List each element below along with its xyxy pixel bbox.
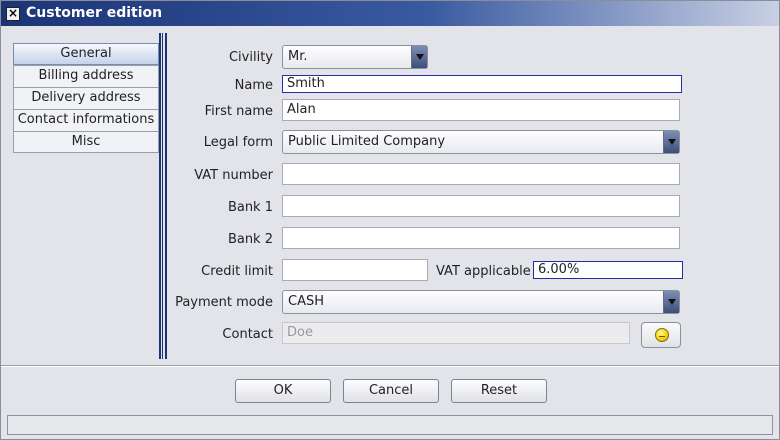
window-title: Customer edition — [26, 5, 163, 21]
name-row: Name Smith — [171, 73, 691, 99]
tab-divider — [159, 33, 167, 359]
credit-limit-input[interactable] — [282, 259, 428, 281]
footer-separator — [1, 365, 779, 367]
vat-applicable-label: VAT applicable — [436, 264, 531, 279]
contact-lookup-button[interactable] — [641, 322, 681, 348]
name-input[interactable]: Smith — [282, 75, 682, 93]
first-name-label: First name — [204, 104, 273, 119]
tab-misc[interactable]: Misc — [13, 131, 159, 153]
contact-label: Contact — [222, 327, 273, 342]
civility-label: Civility — [228, 50, 273, 65]
payment-mode-value: CASH — [288, 294, 324, 309]
bank2-row: Bank 2 — [171, 227, 691, 253]
status-bar — [7, 415, 773, 435]
credit-limit-label: Credit limit — [201, 264, 273, 279]
chevron-down-icon[interactable] — [411, 46, 427, 68]
payment-mode-label: Payment mode — [175, 295, 273, 310]
vat-number-label: VAT number — [194, 168, 273, 183]
payment-mode-row: Payment mode CASH — [171, 290, 691, 316]
name-label: Name — [234, 78, 273, 93]
first-name-row: First name Alan — [171, 99, 691, 125]
reset-button[interactable]: Reset — [451, 379, 547, 403]
credit-limit-row: Credit limit VAT applicable 6.00% — [171, 259, 691, 285]
cancel-button[interactable]: Cancel — [343, 379, 439, 403]
ok-button[interactable]: OK — [235, 379, 331, 403]
lightbulb-icon — [655, 328, 669, 342]
tab-billing-address[interactable]: Billing address — [13, 65, 159, 87]
bank1-input[interactable] — [282, 195, 680, 217]
legal-form-label: Legal form — [203, 135, 273, 150]
customer-edition-window: × Customer edition General Billing addre… — [0, 0, 780, 440]
payment-mode-select[interactable]: CASH — [282, 290, 680, 314]
vat-number-row: VAT number — [171, 163, 691, 189]
contact-row: Contact Doe — [171, 322, 691, 348]
legal-form-select[interactable]: Public Limited Company — [282, 130, 680, 154]
civility-value: Mr. — [288, 49, 308, 64]
chevron-down-icon[interactable] — [663, 131, 679, 153]
title-bar: × Customer edition — [1, 1, 779, 26]
legal-form-row: Legal form Public Limited Company — [171, 130, 691, 156]
tab-delivery-address[interactable]: Delivery address — [13, 87, 159, 109]
civility-select[interactable]: Mr. — [282, 45, 428, 69]
legal-form-value: Public Limited Company — [288, 134, 446, 149]
section-tabs: General Billing address Delivery address… — [13, 43, 159, 153]
civility-row: Civility Mr. — [171, 45, 691, 71]
first-name-input[interactable]: Alan — [282, 99, 680, 121]
tab-contact-informations[interactable]: Contact informations — [13, 109, 159, 131]
bank1-row: Bank 1 — [171, 195, 691, 221]
close-icon[interactable]: × — [6, 7, 20, 21]
contact-input: Doe — [282, 322, 630, 344]
vat-number-input[interactable] — [282, 163, 680, 185]
vat-applicable-input[interactable]: 6.00% — [533, 261, 683, 279]
chevron-down-icon[interactable] — [663, 291, 679, 313]
bank2-input[interactable] — [282, 227, 680, 249]
bank1-label: Bank 1 — [227, 200, 273, 215]
bank2-label: Bank 2 — [227, 232, 273, 247]
tab-general[interactable]: General — [13, 43, 159, 65]
